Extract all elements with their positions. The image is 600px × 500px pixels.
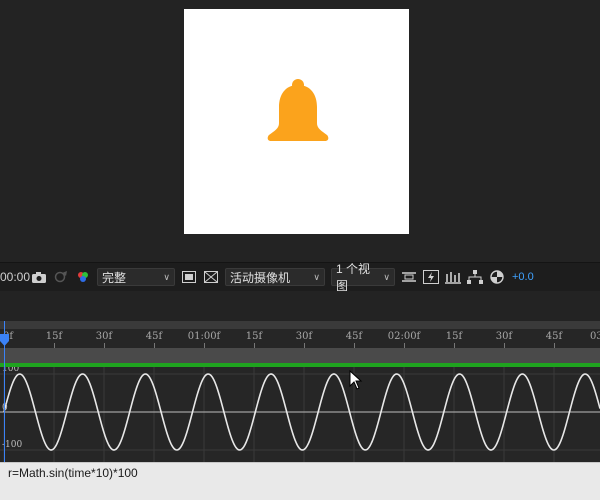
- bell-icon: [267, 79, 329, 141]
- camera-snapshot-icon[interactable]: [28, 267, 50, 287]
- resolution-value: 完整: [102, 270, 127, 285]
- exposure-value[interactable]: +0.0: [512, 271, 534, 283]
- chevron-down-icon: ∨: [163, 271, 170, 282]
- show-snapshot-icon[interactable]: [50, 267, 72, 287]
- composition-viewer: [0, 0, 600, 262]
- time-ruler[interactable]: 0f15f30f45f01:00f15f30f45f02:00f15f30f45…: [0, 321, 600, 348]
- expression-text[interactable]: r=Math.sin(time*10)*100: [8, 466, 138, 480]
- flowchart-icon[interactable]: [466, 268, 484, 286]
- chevron-down-icon: ∨: [383, 271, 390, 282]
- exposure-reset-icon[interactable]: [488, 268, 506, 286]
- transparency-grid-icon[interactable]: [202, 268, 220, 286]
- ruler-label: 45f: [545, 331, 563, 342]
- color-channels-icon[interactable]: [72, 267, 94, 287]
- fast-preview-icon[interactable]: [422, 268, 440, 286]
- composition-canvas[interactable]: [184, 9, 409, 234]
- view-layout-select[interactable]: 1 个视图 ∨: [331, 262, 395, 293]
- view-layout-value: 1 个视图: [336, 262, 371, 293]
- ruler-label: 03:: [589, 331, 600, 342]
- camera-value: 活动摄像机: [230, 270, 291, 285]
- work-area-bar[interactable]: [0, 348, 600, 363]
- ruler-label: 45f: [145, 331, 163, 342]
- ruler-label: 15f: [245, 331, 263, 342]
- ruler-label: 01:00f: [187, 331, 221, 342]
- graph-editor[interactable]: 100 0 -100: [0, 367, 600, 462]
- y-min-label: -100: [2, 440, 23, 450]
- ruler-label: 30f: [95, 331, 113, 342]
- ruler-label: 02:00f: [387, 331, 421, 342]
- ruler-label: 30f: [495, 331, 513, 342]
- ruler-label: 15f: [445, 331, 463, 342]
- timecode[interactable]: 00:00: [0, 270, 30, 284]
- mouse-cursor-icon: [349, 370, 363, 390]
- ruler-label: 45f: [345, 331, 363, 342]
- ruler-label: 15f: [45, 331, 63, 342]
- chevron-down-icon: ∨: [313, 271, 320, 282]
- timeline-icon[interactable]: [444, 268, 462, 286]
- camera-select[interactable]: 活动摄像机 ∨: [225, 268, 325, 286]
- ruler-label: 30f: [295, 331, 313, 342]
- expression-field[interactable]: r=Math.sin(time*10)*100: [0, 462, 600, 500]
- playhead-handle[interactable]: [0, 334, 9, 346]
- pixel-aspect-icon[interactable]: [400, 268, 418, 286]
- resolution-select[interactable]: 完整 ∨: [97, 268, 175, 286]
- viewer-toolbar: 00:00 完整 ∨ 活动摄像机 ∨ 1 个视图 ∨ +0.0: [0, 262, 600, 293]
- sine-curve-graph: [0, 367, 600, 462]
- layer-area: [0, 291, 600, 321]
- region-of-interest-icon[interactable]: [180, 268, 198, 286]
